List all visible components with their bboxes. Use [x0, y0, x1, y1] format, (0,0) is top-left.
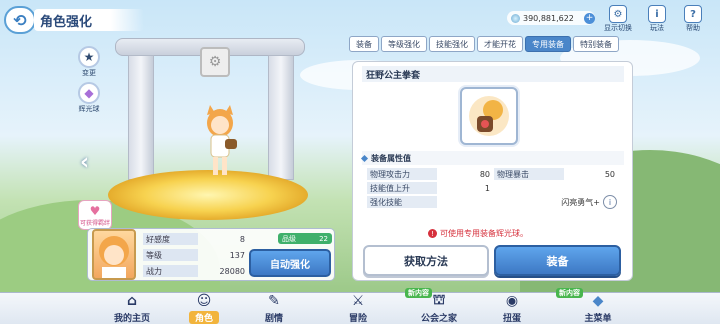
guild-icon: ⛫ [432, 292, 446, 308]
help-label: 帮助 [686, 24, 700, 32]
rank-badge: 品级 22 [278, 233, 332, 244]
nav-home-label: 我的主页 [113, 314, 150, 324]
change-button[interactable]: ★ 变更 [78, 46, 100, 78]
page-title: 角色强化 [34, 9, 144, 31]
prev-character-arrow[interactable]: ‹ [80, 150, 89, 175]
level-label: 等级 [143, 249, 198, 261]
glow-orb-label: 辉光球 [78, 105, 100, 113]
help-button[interactable]: ? 帮助 [684, 5, 702, 33]
nav-adventure-label: 冒险 [348, 314, 367, 324]
stat-name: 技能值上升 [367, 182, 437, 194]
stat-row: 物理暴击 50 [494, 168, 618, 180]
nav-guild-label: 公会之家 [420, 314, 457, 324]
stat-name: 强化技能 [367, 196, 437, 208]
gauntlet-icon [469, 96, 509, 136]
bond-badge: ♥ 可获得羁绊 [78, 200, 112, 230]
gacha-icon: ◉ [505, 293, 519, 309]
equipment-name: 狂野公主拳套 [362, 66, 624, 82]
equip-button[interactable]: 装备 [494, 245, 621, 276]
rank-label: 品级 [282, 234, 296, 243]
tab-skill-up[interactable]: 技能强化 [429, 36, 475, 52]
stat-row: 技能值上升 1 [367, 182, 493, 194]
tab-special-equipment[interactable]: 特别装备 [573, 36, 619, 52]
tab-talent[interactable]: 才能开花 [477, 36, 523, 52]
warning-message: ! 可使用专用装备辉光球。 [428, 228, 528, 239]
stat-value: 1 [484, 183, 490, 193]
currency-display: 390,881,622 + [507, 11, 595, 25]
character-portrait[interactable] [92, 229, 136, 280]
star-icon: ★ [78, 46, 100, 68]
display-toggle-label: 显示切换 [604, 24, 632, 32]
tab-equipment[interactable]: 装备 [349, 36, 379, 52]
nav-gacha[interactable]: ◉ 扭蛋 [484, 290, 540, 324]
equipment-icon[interactable] [460, 87, 518, 145]
stat-name: 物理攻击力 [367, 168, 437, 180]
nav-main-menu[interactable]: ◆ 主菜单 [570, 290, 626, 324]
stat-row: 物理攻击力 80 [367, 168, 493, 180]
change-label: 变更 [82, 69, 96, 77]
warning-text: 可使用专用装备辉光球。 [440, 229, 528, 238]
nav-guild[interactable]: ⛫ 公会之家 [404, 290, 474, 324]
character-face-icon [99, 236, 129, 278]
diamond-icon [360, 154, 369, 162]
nav-story[interactable]: ✎ 剧情 [246, 290, 302, 324]
affection-row: 好感度 8 [143, 233, 248, 245]
skill-info-button[interactable]: i [603, 195, 617, 209]
glow-orb-button[interactable]: ◆ 辉光球 [78, 82, 100, 114]
crystal-icon: ◆ [592, 293, 604, 309]
equipment-stats-header: 装备属性值 [360, 151, 624, 165]
gameplay-label: 玩法 [650, 24, 664, 32]
equipment-slot-thumbnail[interactable]: ⚙ [200, 47, 230, 77]
character-sprite [207, 105, 237, 175]
currency-value: 390,881,622 [523, 13, 574, 23]
stat-value: 闪亮勇气+ [561, 197, 600, 207]
equipment-stats-title: 装备属性值 [371, 153, 411, 163]
affection-label: 好感度 [143, 233, 198, 245]
rank-value: 22 [319, 234, 328, 243]
display-toggle-button[interactable]: ⚙ 显示切换 [604, 5, 632, 33]
stat-value: 50 [604, 169, 615, 179]
stat-name: 物理暴击 [494, 168, 564, 180]
level-row: 等级 137 [143, 249, 248, 261]
sword-icon: ⚔ [351, 293, 365, 309]
power-value: 28080 [219, 266, 245, 276]
tab-bar: 装备 等级强化 技能强化 才能开花 专用装备 特别装备 [349, 36, 619, 52]
game-screen: ⟲ 角色强化 390,881,622 + ⚙ 显示切换 i 玩法 ? 帮助 ★ … [0, 0, 720, 324]
nav-gacha-label: 扭蛋 [502, 314, 521, 324]
power-row: 战力 28080 [143, 265, 248, 277]
auto-enhance-button[interactable]: 自动强化 [249, 249, 331, 277]
stat-row: 强化技能 闪亮勇气+ [367, 196, 603, 208]
heart-icon: ♥ [89, 203, 101, 218]
help-icon: ? [684, 5, 702, 23]
power-label: 战力 [143, 265, 198, 277]
gear-icon: ⚙ [609, 5, 627, 23]
gem-icon: ◆ [78, 82, 100, 104]
level-value: 137 [229, 250, 245, 260]
home-icon: ⌂ [126, 293, 138, 309]
pillar [128, 55, 154, 180]
nav-story-label: 剧情 [264, 314, 283, 324]
bond-badge-label: 可获得羁绊 [79, 219, 110, 227]
how-to-obtain-button[interactable]: 获取方法 [363, 245, 489, 276]
nav-home[interactable]: ⌂ 我的主页 [104, 290, 160, 324]
story-icon: ✎ [268, 293, 280, 309]
alert-icon: ! [428, 229, 437, 238]
stat-value: 80 [479, 169, 490, 179]
affection-value: 8 [239, 234, 245, 244]
character-icon: ☺ [196, 293, 212, 309]
pillar [268, 55, 294, 180]
info-icon: i [648, 5, 666, 23]
nav-main-menu-label: 主菜单 [584, 314, 612, 324]
tab-unique-equipment[interactable]: 专用装备 [525, 36, 571, 52]
nav-character-label: 角色 [188, 311, 219, 324]
nav-character[interactable]: ☺ 角色 [176, 290, 232, 324]
jewel-icon [511, 13, 520, 23]
back-button[interactable]: ⟲ [4, 6, 36, 34]
gameplay-button[interactable]: i 玩法 [648, 5, 666, 33]
nav-adventure[interactable]: ⚔ 冒险 [330, 290, 386, 324]
add-currency-button[interactable]: + [584, 12, 595, 24]
tab-level-up[interactable]: 等级强化 [381, 36, 427, 52]
